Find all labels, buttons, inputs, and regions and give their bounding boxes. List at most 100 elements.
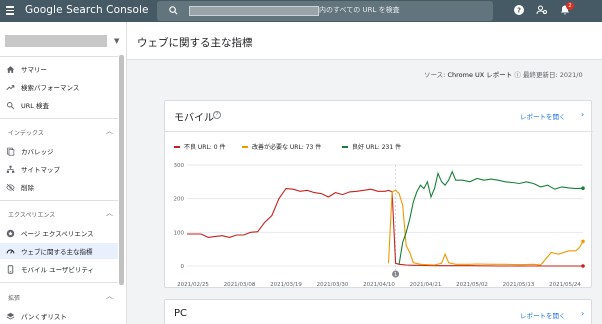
phone-icon — [5, 264, 16, 275]
sidebar-item-label: 削除 — [21, 184, 34, 192]
legend-label: 不良 URL: 0 件 — [184, 144, 226, 151]
source-value: Chrome UX レポート — [447, 71, 513, 79]
x-tick-label: 2021/04/10 — [363, 282, 395, 287]
sidebar-item-label: モバイル ユーザビリティ — [21, 266, 95, 274]
series-end-point — [581, 186, 585, 191]
divider — [0, 282, 118, 283]
main-content: ウェブに関する主な指標 ソース: Chrome UX レポート ⓘ 最終更新日:… — [127, 22, 602, 324]
y-tick-label: 300 — [174, 163, 185, 169]
source-help-icon[interactable]: ⓘ — [514, 71, 521, 79]
sidebar-item-summary[interactable]: サマリー — [0, 61, 118, 77]
x-tick-label: 2021/04/21 — [410, 282, 442, 287]
legend-swatch-good — [342, 145, 348, 148]
search-icon — [169, 6, 178, 15]
x-tick-label: 2021/05/24 — [549, 282, 581, 287]
series-line — [187, 188, 583, 267]
app-logo[interactable]: Google Search Console — [25, 4, 149, 16]
chevron-right-icon[interactable]: › — [581, 110, 584, 119]
trending-up-icon — [5, 82, 16, 93]
caret-down-icon[interactable]: ▼ — [114, 37, 119, 45]
x-tick-label: 2021/03/30 — [317, 282, 349, 287]
sidebar-item-label: URL 検査 — [21, 102, 49, 110]
divider — [0, 118, 118, 119]
open-report-link[interactable]: レポートを開く — [520, 111, 566, 121]
legend-good[interactable]: 良好 URL: 231 件 — [342, 142, 401, 151]
coverage-icon — [5, 146, 16, 157]
svg-text:?: ? — [517, 7, 521, 15]
card-title: モバイル — [174, 113, 214, 124]
chevron-up-icon[interactable]: ︿ — [106, 208, 113, 218]
help-icon[interactable]: ? — [513, 4, 525, 16]
divider — [165, 131, 593, 132]
card-title: PC — [174, 308, 188, 319]
notification-badge: 2 — [566, 2, 574, 10]
section-enhancements-header[interactable]: 拡張 — [8, 293, 20, 302]
divider — [0, 56, 118, 57]
section-experience-header[interactable]: エクスペリエンス — [8, 210, 55, 219]
chevron-right-icon[interactable]: › — [581, 309, 584, 318]
series-line — [398, 170, 584, 265]
search-placeholder: 内のすべての URL を検査 — [319, 6, 400, 14]
help-icon[interactable]: ? — [213, 111, 221, 119]
chevron-up-icon[interactable]: ︿ — [106, 126, 113, 136]
sidebar-item-sitemaps[interactable]: サイトマップ — [0, 161, 118, 177]
sidebar-item-breadcrumbs[interactable]: パンくずリスト — [0, 308, 118, 324]
x-tick-label: 2021/05/13 — [503, 282, 535, 287]
sidebar-item-url-inspection[interactable]: URL 検査 — [0, 97, 118, 113]
search-icon — [5, 100, 16, 111]
divider — [0, 200, 118, 201]
source-info: ソース: Chrome UX レポート ⓘ 最終更新日: 2021/0 — [424, 69, 583, 79]
legend-swatch-poor — [174, 145, 180, 148]
property-selector[interactable] — [5, 35, 107, 47]
legend-needs-improvement[interactable]: 改善が必要な URL: 73 件 — [242, 142, 321, 151]
pc-card: PC レポートを開く › — [164, 299, 592, 324]
sidebar-item-label: ページ エクスペリエンス — [21, 230, 94, 238]
legend-poor[interactable]: 不良 URL: 0 件 — [174, 142, 225, 151]
sidebar-item-label: ウェブに関する主な指標 — [21, 248, 93, 256]
last-updated-value: 2021/0 — [559, 71, 583, 79]
legend-label: 改善が必要な URL: 73 件 — [252, 144, 322, 151]
account-settings-icon[interactable] — [536, 4, 548, 16]
legend-label: 良好 URL: 231 件 — [352, 144, 402, 151]
eye-off-icon — [5, 182, 16, 193]
series-end-point — [581, 264, 585, 268]
open-report-link[interactable]: レポートを開く — [520, 310, 566, 320]
y-tick-label: 100 — [174, 230, 185, 236]
url-inspection-search[interactable]: 内のすべての URL を検査 — [157, 1, 493, 21]
x-tick-label: 2021/05/02 — [456, 282, 488, 287]
home-icon — [5, 64, 16, 75]
sidebar-item-label: パンくずリスト — [21, 313, 67, 321]
sidebar-item-label: カバレッジ — [21, 148, 54, 156]
speed-icon — [5, 246, 16, 257]
last-updated-label: 最終更新日: — [522, 71, 558, 79]
sidebar-item-label: 検索パフォーマンス — [21, 84, 80, 92]
menu-icon[interactable] — [6, 6, 14, 16]
x-tick-label: 2021/03/19 — [270, 282, 302, 287]
source-label: ソース: — [424, 71, 446, 79]
sitemap-icon — [5, 164, 16, 175]
y-tick-label: 0 — [181, 264, 185, 270]
sidebar-item-core-web-vitals[interactable]: ウェブに関する主な指標 — [0, 243, 118, 259]
sidebar-item-mobile-usability[interactable]: モバイル ユーザビリティ — [0, 261, 118, 277]
layers-icon — [5, 311, 16, 322]
chevron-up-icon[interactable]: ︿ — [106, 291, 113, 301]
top-app-bar: Google Search Console 内のすべての URL を検査 ? 2 — [0, 0, 602, 22]
property-name-redacted — [189, 6, 319, 16]
mobile-card: モバイル ? レポートを開く › 不良 URL: 0 件 改善が必要な URL:… — [164, 100, 593, 288]
x-tick-label: 2021/03/08 — [224, 282, 256, 287]
sidebar: ▼ サマリー 検索パフォーマンス URL 検査 インデックス ︿ カバレッジ サ… — [0, 22, 127, 324]
series-line — [387, 189, 584, 266]
legend-swatch-needs-improvement — [242, 145, 248, 148]
mobile-chart[interactable]: 0 100 200 300 2021/02/25 2021/03/08 2021/03/19… — [165, 153, 593, 287]
sidebar-item-label: サマリー — [21, 66, 47, 74]
section-index-header[interactable]: インデックス — [8, 128, 44, 137]
series-end-point — [581, 239, 585, 244]
star-badge-icon — [5, 228, 16, 239]
sidebar-scrollbar[interactable] — [119, 55, 124, 285]
sidebar-item-coverage[interactable]: カバレッジ — [0, 143, 118, 159]
sidebar-item-removals[interactable]: 削除 — [0, 179, 118, 195]
sidebar-item-performance[interactable]: 検索パフォーマンス — [0, 79, 118, 95]
page-header: ウェブに関する主な指標 — [127, 22, 602, 60]
sidebar-item-label: サイトマップ — [21, 166, 60, 174]
sidebar-item-page-experience[interactable]: ページ エクスペリエンス — [0, 225, 118, 241]
